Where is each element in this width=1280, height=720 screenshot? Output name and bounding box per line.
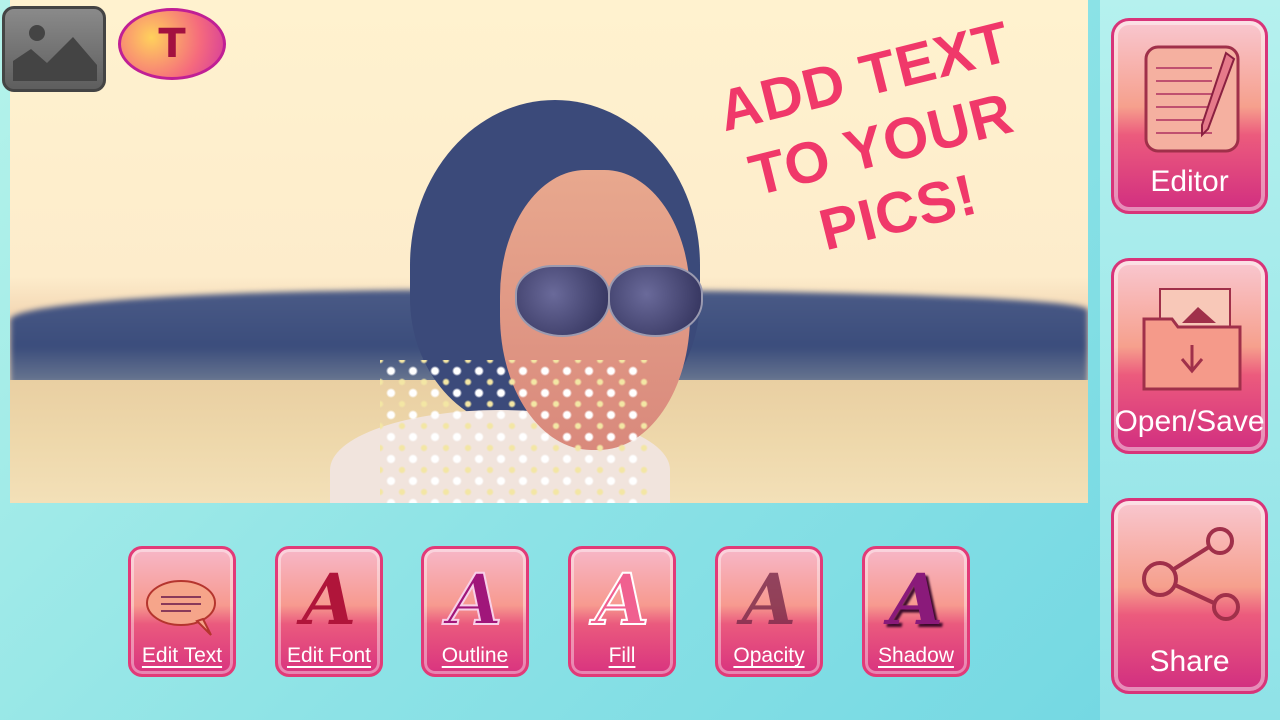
overlay-text[interactable]: ADD TEXT TO YOUR PICS!: [656, 0, 1088, 297]
letter-a-icon: A: [301, 558, 357, 641]
share-icon: [1142, 527, 1240, 621]
edit-font-label: Edit Font: [286, 644, 372, 667]
outline-button[interactable]: A Outline: [421, 546, 529, 677]
shadow-button[interactable]: A Shadow: [862, 546, 970, 677]
photo-flowers: [380, 360, 650, 503]
open-save-button[interactable]: Open/Save: [1111, 258, 1268, 454]
folder-image-icon: [1142, 288, 1242, 391]
editor-label: Editor: [1150, 165, 1229, 198]
add-text-button[interactable]: T: [118, 8, 226, 80]
text-t-icon: T: [158, 21, 186, 67]
open-save-label: Open/Save: [1114, 405, 1265, 438]
edit-text-button[interactable]: Edit Text: [128, 546, 236, 677]
speech-bubble-icon: [146, 580, 216, 636]
notepad-pencil-icon: [1144, 45, 1240, 153]
letter-a-outline-icon: A: [447, 557, 503, 642]
letter-a-opacity-icon: A: [741, 558, 797, 641]
opacity-label: Opacity: [733, 644, 805, 667]
edit-font-button[interactable]: A Edit Font: [275, 546, 383, 677]
shadow-label: Shadow: [878, 644, 954, 667]
editor-button[interactable]: Editor: [1111, 18, 1268, 214]
share-label: Share: [1149, 645, 1230, 678]
edit-text-label: Edit Text: [141, 644, 223, 667]
fill-label: Fill: [608, 644, 636, 667]
outline-label: Outline: [441, 644, 509, 667]
sunglasses-left: [515, 265, 610, 337]
letter-a-fill-icon: A: [594, 557, 650, 642]
opacity-button[interactable]: A Opacity: [715, 546, 823, 677]
sunglasses-right: [608, 265, 703, 337]
image-gallery-icon: [13, 25, 97, 81]
fill-button[interactable]: A Fill: [568, 546, 676, 677]
gallery-button[interactable]: [2, 6, 106, 92]
letter-a-shadow-icon: A: [888, 558, 944, 641]
share-button[interactable]: Share: [1111, 498, 1268, 694]
